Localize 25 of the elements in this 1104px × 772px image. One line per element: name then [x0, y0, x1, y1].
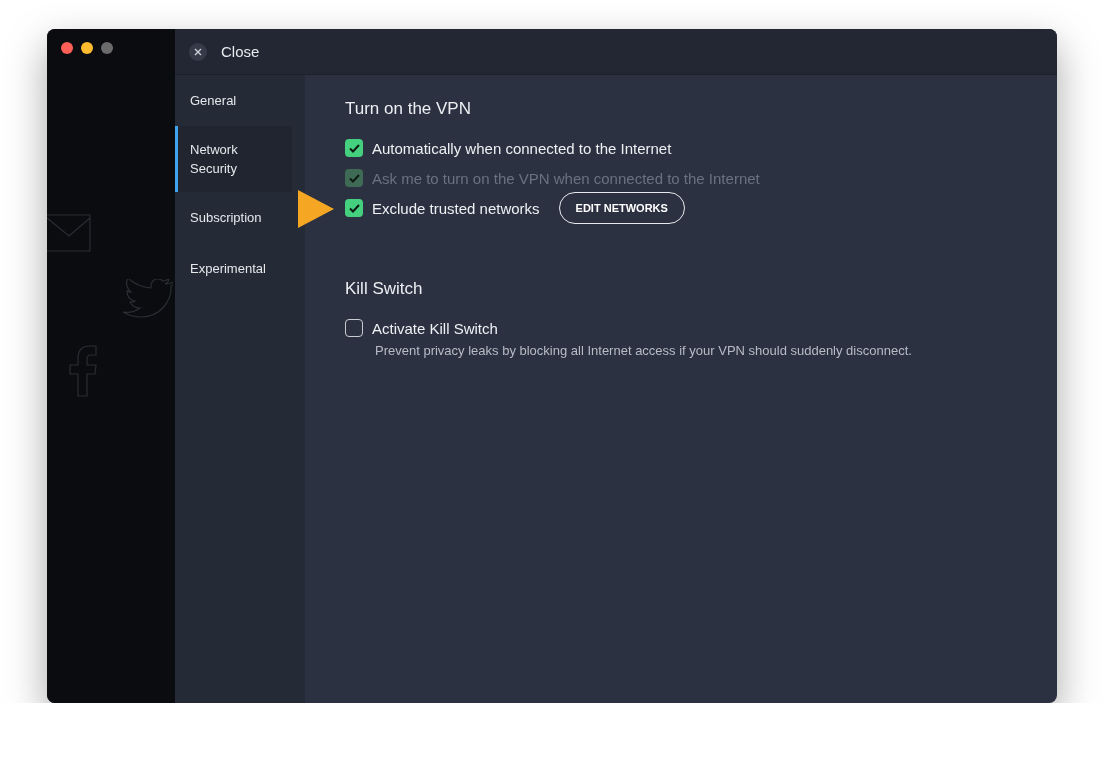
option-label: Automatically when connected to the Internet — [372, 139, 672, 157]
checkmark-icon — [348, 143, 360, 153]
sidebar-item[interactable]: Network Security — [175, 126, 292, 192]
close-window-icon[interactable] — [61, 42, 73, 54]
checkbox[interactable] — [345, 319, 363, 337]
checkbox[interactable] — [345, 139, 363, 157]
checkbox[interactable] — [345, 199, 363, 217]
zoom-window-icon[interactable] — [101, 42, 113, 54]
sidebar-item[interactable]: Experimental — [175, 243, 292, 294]
option-label: Activate Kill Switch — [372, 319, 498, 337]
letter-f-icon — [68, 345, 98, 397]
sidebar-item[interactable]: Subscription — [175, 192, 292, 243]
close-icon — [194, 47, 202, 56]
option-label: Exclude trusted networks — [372, 199, 540, 217]
checkmark-icon — [348, 173, 360, 183]
close-button[interactable] — [189, 42, 207, 61]
envelope-icon — [47, 214, 91, 252]
close-label[interactable]: Close — [221, 43, 260, 60]
section-title: Turn on the VPN — [345, 99, 472, 119]
sidebar-item[interactable]: General — [175, 75, 292, 126]
option-description: Prevent privacy leaks by blocking all Internet access if your VPN should suddenly disconnect. — [375, 343, 913, 358]
option-label: Ask me to turn on the VPN when connected to the Internet — [372, 169, 760, 187]
minimize-window-icon[interactable] — [81, 42, 93, 54]
checkmark-icon — [348, 203, 360, 213]
section-title: Kill Switch — [345, 279, 424, 299]
